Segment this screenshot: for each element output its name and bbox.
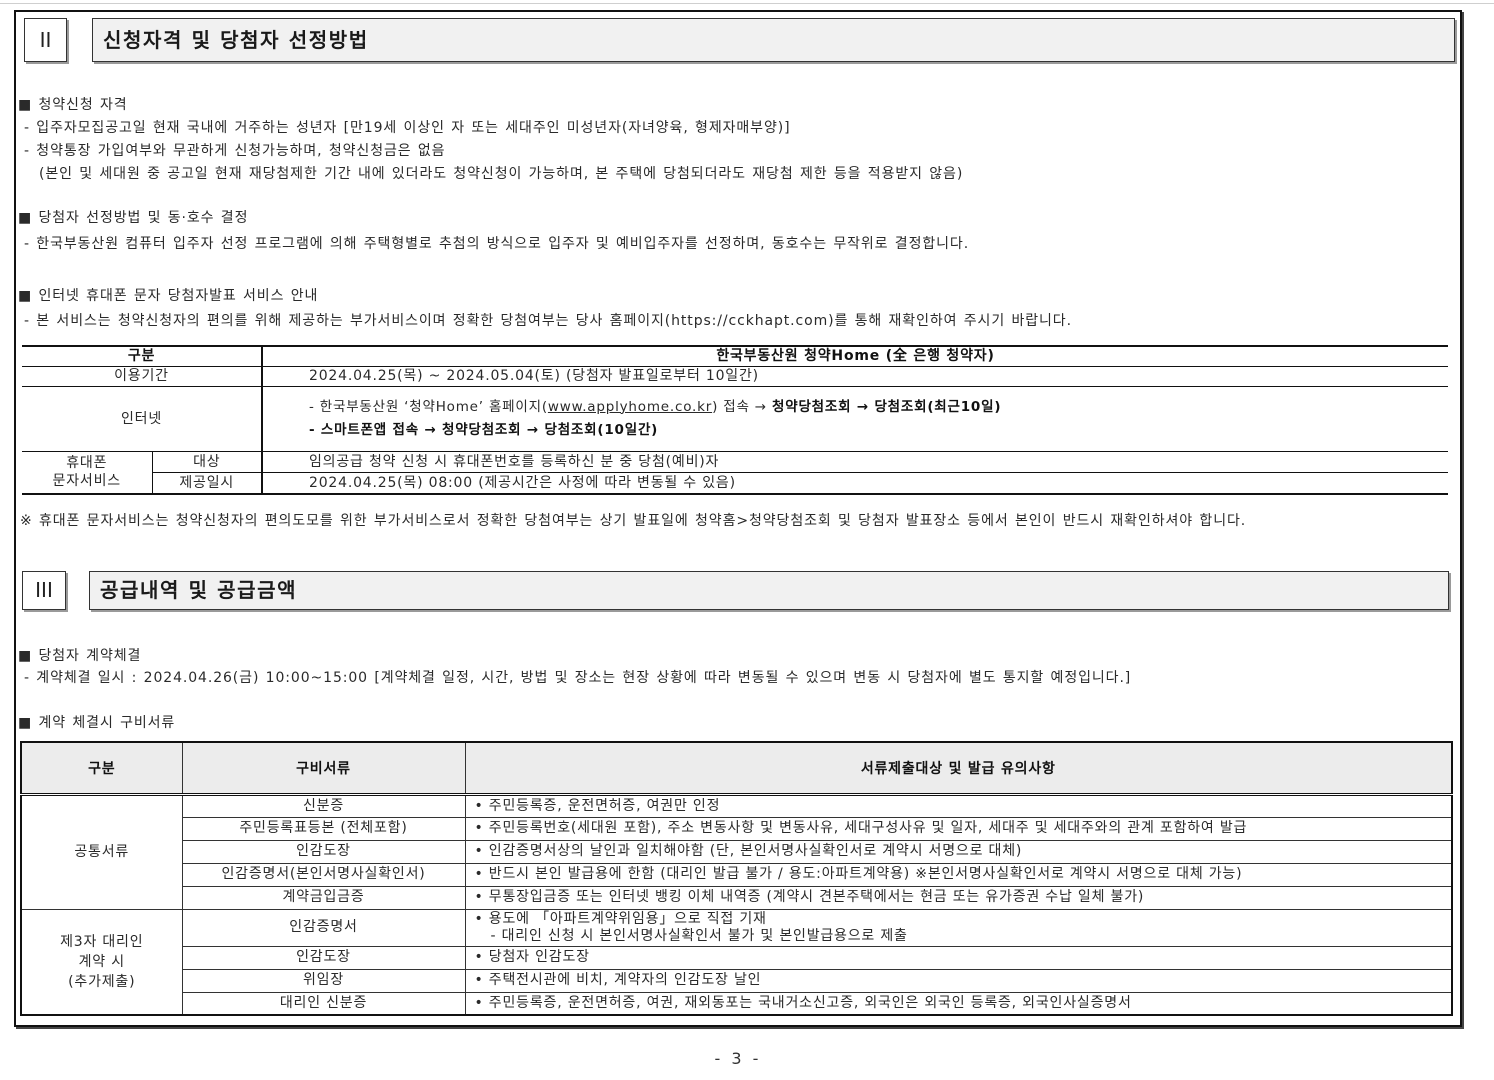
table-row: 휴대폰 문자서비스 대상 임의공급 청약 신청 시 휴대폰번호를 등록하신 분 … (22, 450, 1448, 495)
document-name: 인감증명서(본인서명사실확인서) (181, 862, 466, 887)
table-row: 인감도장 • 인감증명서상의 날인과 일치해야함 (단, 본인서명사실확인서로 … (21, 839, 1453, 864)
document-name: 인감도장 (181, 839, 466, 864)
table-header-row: 구분 구비서류 서류제출대상 및 발급 유의사항 (20, 741, 1453, 796)
internet-label: 인터넷 (22, 385, 262, 452)
top-rule (0, 3, 1494, 4)
table-row: 계약금입금증 • 무통장입금증 또는 인터넷 뱅킹 이체 내역증 (계약시 견본… (21, 885, 1453, 910)
document-name: 신분증 (181, 793, 466, 818)
category-common: 공통서류 (20, 793, 183, 910)
sms-label-line: 휴대폰 (66, 455, 108, 472)
table-row: 인터넷 - 한국부동산원 ‘청약Home’ 홈페이지(www.applyhome… (22, 385, 1448, 452)
document-name: 위임장 (181, 968, 466, 993)
selection-line: - 한국부동산원 컴퓨터 입주자 선정 프로그램에 의해 주택형별로 추첨의 방… (24, 236, 970, 252)
required-documents-table: 구분 구비서류 서류제출대상 및 발급 유의사항 공통서류 신분증 • 주민등록… (20, 741, 1453, 1016)
sms-label: 휴대폰 문자서비스 (22, 450, 152, 495)
document-note: • 주민등록증, 운전면허증, 여권만 인정 (464, 793, 1453, 818)
documents-heading: ■ 계약 체결시 구비서류 (18, 715, 176, 731)
contract-heading: ■ 당첨자 계약체결 (18, 648, 142, 664)
period-label: 이용기간 (22, 365, 262, 387)
internet-web-prefix: - 한국부동산원 ‘청약Home’ 홈페이지( (309, 398, 548, 415)
internet-value: - 한국부동산원 ‘청약Home’ 홈페이지(www.applyhome.co.… (261, 385, 1448, 452)
eligibility-line: - 입주자모집공고일 현재 국내에 거주하는 성년자 [만19세 이상인 자 또… (24, 120, 791, 136)
internet-web-middle: ) 접속 → (712, 398, 773, 415)
document-note: • 용도에 「아파트계약위임용」으로 직접 기재 - 대리인 신청 시 본인서명… (464, 908, 1453, 947)
section-number-2: II (24, 18, 67, 62)
table-row: 대리인 신분증 • 주민등록증, 운전면허증, 여권, 재외동포는 국내거소신고… (21, 991, 1453, 1016)
section-number-3: III (22, 571, 66, 610)
sms-target-label: 대상 (151, 450, 262, 473)
table-row: 주민등록표등본 (전체포함) • 주민등록번호(세대원 포함), 주소 변동사항… (21, 816, 1453, 841)
document-name: 인감증명서 (181, 908, 466, 947)
internet-app-line: - 스마트폰앱 접속 → 청약당첨조회 → 당첨조회(10일간) (309, 421, 659, 438)
header-document: 구비서류 (181, 741, 466, 796)
document-note: • 주민등록번호(세대원 포함), 주소 변동사항 및 변동사유, 세대구성사유… (464, 816, 1453, 841)
eligibility-line: (본인 및 세대원 중 공고일 현재 재당첨제한 기간 내에 있더라도 청약신청… (39, 166, 964, 182)
document-name: 계약금입금증 (181, 885, 466, 910)
document-note-line: • 용도에 「아파트계약위임용」으로 직접 기재 (474, 910, 767, 927)
table-row: 공통서류 신분증 • 주민등록증, 운전면허증, 여권만 인정 (20, 793, 1453, 910)
document-note: • 인감증명서상의 날인과 일치해야함 (단, 본인서명사실확인서로 계약시 서… (464, 839, 1453, 864)
document-note: • 주택전시관에 비치, 계약자의 인감도장 날인 (464, 968, 1453, 993)
section-title-3: 공급내역 및 공급금액 (89, 571, 1449, 610)
internet-web-path: 청약당첨조회 → 당첨조회(최근10일) (772, 398, 1002, 415)
document-note: • 당첨자 인감도장 (464, 945, 1453, 970)
category-line: 공통서류 (74, 844, 130, 860)
table-row: 인감도장 • 당첨자 인감도장 (21, 945, 1453, 970)
period-value: 2024.04.25(목) ~ 2024.05.04(토) (당첨자 발표일로부… (261, 365, 1448, 387)
document-note: • 무통장입금증 또는 인터넷 뱅킹 이체 내역증 (계약시 견본주택에서는 현… (464, 885, 1453, 910)
category-line: (추가제출) (68, 973, 136, 990)
eligibility-heading: ■ 청약신청 자격 (18, 97, 128, 113)
section-title-2: 신청자격 및 당첨자 선정방법 (92, 18, 1455, 62)
document-note-line: - 대리인 신청 시 본인서명사실확인서 불가 및 본인발급용으로 제출 (490, 927, 908, 944)
header-provider: 한국부동산원 청약Home (全 은행 청약자) (261, 345, 1448, 367)
table-row: 이용기간 2024.04.25(목) ~ 2024.05.04(토) (당첨자 … (22, 365, 1448, 387)
sms-time-label: 제공일시 (151, 471, 262, 495)
document-note: • 반드시 본인 발급용에 한함 (대리인 발급 불가 / 용도:아파트계약용)… (464, 862, 1453, 887)
sms-target-value: 임의공급 청약 신청 시 휴대폰번호를 등록하신 분 중 당첨(예비)자 (261, 450, 1448, 473)
page-number: - 3 - (714, 1049, 762, 1068)
table-row: 제3자 대리인 계약 시 (추가제출) 인감증명서 • 용도에 「아파트계약위임… (20, 908, 1453, 1016)
winner-notice-service-table: 구분 한국부동산원 청약Home (全 은행 청약자) 이용기간 2024.04… (22, 345, 1448, 495)
header-category: 구분 (20, 741, 183, 796)
category-line: 제3자 대리인 (60, 933, 144, 950)
category-proxy: 제3자 대리인 계약 시 (추가제출) (20, 908, 183, 1016)
sms-time-value: 2024.04.25(목) 08:00 (제공시간은 사정에 따라 변동될 수 … (261, 471, 1448, 495)
eligibility-line: - 청약통장 가입여부와 무관하게 신청가능하며, 청약신청금은 없음 (24, 143, 446, 159)
table-row: 제공일시 2024.04.25(목) 08:00 (제공시간은 사정에 따라 변… (22, 471, 1448, 495)
document-name: 인감도장 (181, 945, 466, 970)
sms-label-line: 문자서비스 (52, 473, 121, 490)
table-header-row: 구분 한국부동산원 청약Home (全 은행 청약자) (22, 345, 1448, 367)
document-name: 대리인 신분증 (181, 991, 466, 1016)
announcement-heading: ■ 인터넷 휴대폰 문자 당첨자발표 서비스 안내 (18, 288, 319, 304)
category-line: 계약 시 (78, 953, 125, 970)
sms-note: ※ 휴대폰 문자서비스는 청약신청자의 편의도모를 위한 부가서비스로서 정확한… (20, 513, 1247, 529)
header-category: 구분 (22, 345, 262, 367)
header-notes: 서류제출대상 및 발급 유의사항 (464, 741, 1453, 796)
document-note: • 주민등록증, 운전면허증, 여권, 재외동포는 국내거소신고증, 외국인은 … (464, 991, 1453, 1016)
applyhome-link[interactable]: www.applyhome.co.kr (548, 399, 712, 415)
contract-line: - 계약체결 일시 : 2024.04.26(금) 10:00~15:00 [계… (24, 670, 1132, 686)
document-name: 주민등록표등본 (전체포함) (181, 816, 466, 841)
selection-heading: ■ 당첨자 선정방법 및 동·호수 결정 (18, 210, 249, 226)
table-row: 위임장 • 주택전시관에 비치, 계약자의 인감도장 날인 (21, 968, 1453, 993)
announcement-line: - 본 서비스는 청약신청자의 편의를 위해 제공하는 부가서비스이며 정확한 … (24, 313, 1072, 329)
table-row: 인감증명서(본인서명사실확인서) • 반드시 본인 발급용에 한함 (대리인 발… (21, 862, 1453, 887)
internet-web-line: - 한국부동산원 ‘청약Home’ 홈페이지(www.applyhome.co.… (309, 396, 1448, 419)
